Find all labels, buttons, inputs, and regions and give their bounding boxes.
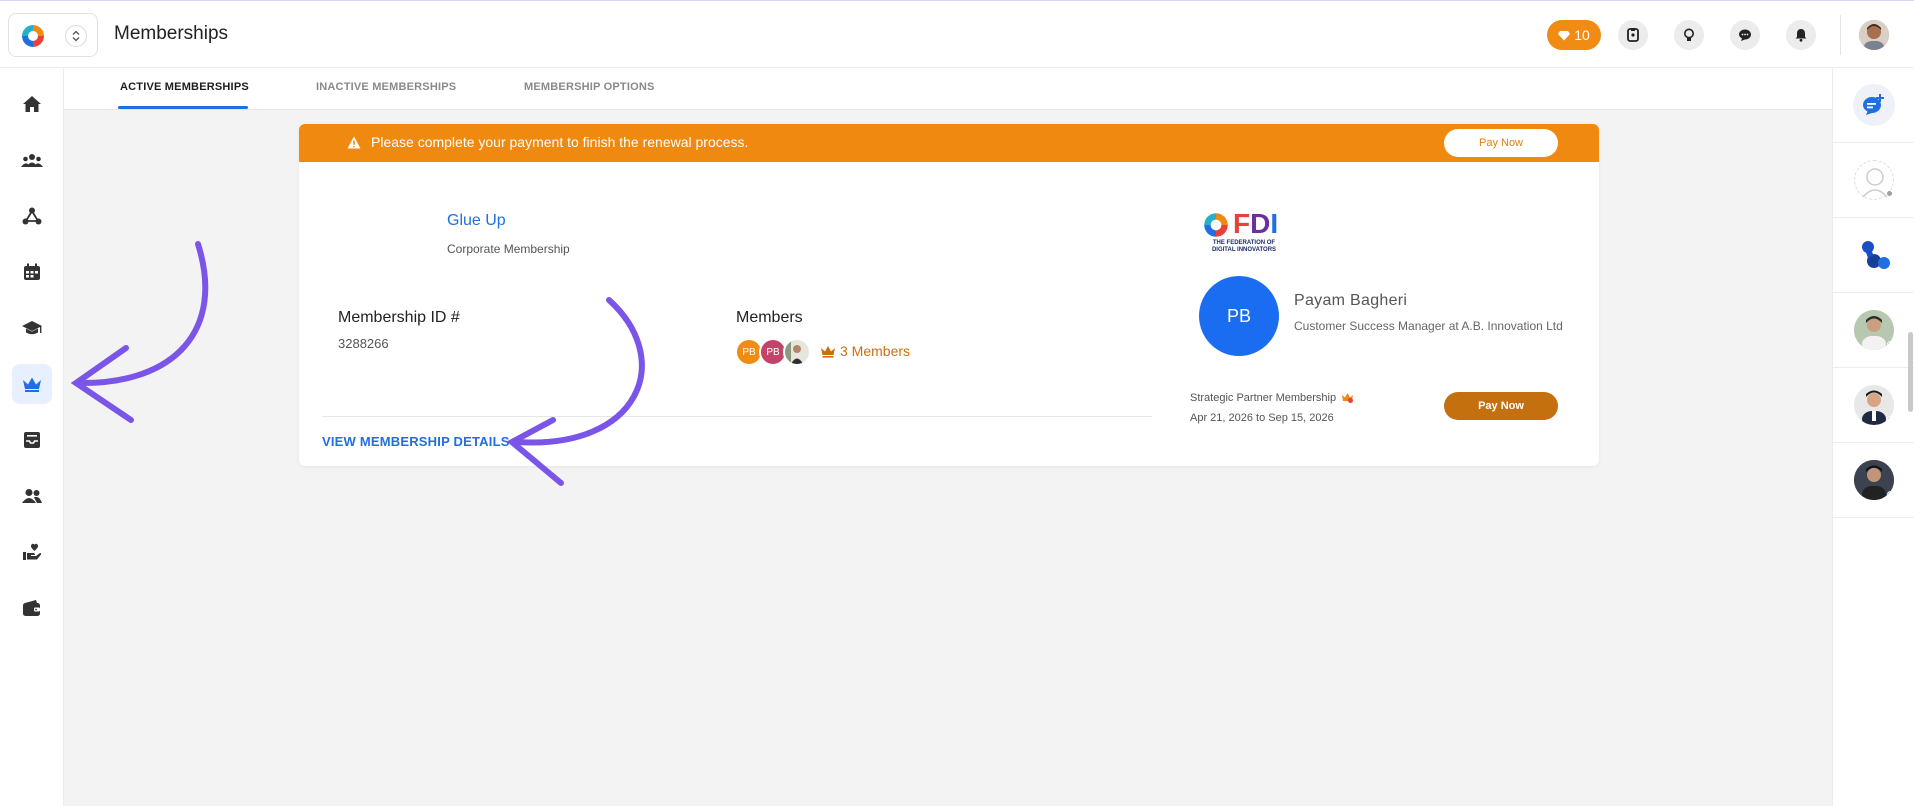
nav-volunteer[interactable] [12,532,52,572]
lightbulb-icon [1683,28,1695,42]
member-avatar-photo[interactable] [783,338,811,366]
partner-plan-name: Strategic Partner Membership [1190,392,1337,404]
tab-inactive-memberships[interactable]: INACTIVE MEMBERSHIPS [316,81,456,93]
nav-inbox[interactable] [12,420,52,460]
warning-icon [347,136,361,149]
nav-events[interactable] [12,252,52,292]
app-switcher[interactable] [8,13,98,57]
diamond-icon [1558,30,1571,41]
notifications-button[interactable] [1786,20,1816,50]
view-membership-details-link[interactable]: VIEW MEMBERSHIP DETAILS [322,434,510,449]
nav-memberships[interactable] [12,364,52,404]
organization-name-link[interactable]: Glue Up [447,212,506,230]
status-dot [1886,190,1893,197]
left-sidebar [0,68,64,806]
active-tab-indicator [118,106,248,109]
chat-icon [1738,28,1752,42]
volunteer-icon [22,543,42,561]
tab-active-memberships[interactable]: ACTIVE MEMBERSHIPS [120,81,249,93]
status-dot [1887,491,1894,498]
wallet-icon [22,599,42,617]
membership-type: Corporate Membership [447,242,570,256]
contact-avatar[interactable]: PB [1199,276,1279,356]
membership-card: Please complete your payment to finish t… [299,124,1599,466]
people-icon [21,488,43,504]
new-chat-cell [1833,68,1914,143]
contact-avatar [1854,160,1894,200]
chat-plus-icon [1861,93,1887,117]
rail-contact-4[interactable] [1833,368,1914,443]
right-rail [1832,68,1914,806]
renewal-banner: Please complete your payment to finish t… [299,124,1599,162]
partner-logo: FDI THE FEDERATION OF DIGITAL INNOVATORS [1201,208,1281,254]
bell-icon [1795,28,1807,42]
card-divider [322,416,1152,417]
passport-button[interactable] [1618,20,1648,50]
membership-tabs: ACTIVE MEMBERSHIPS INACTIVE MEMBERSHIPS … [64,68,1832,110]
contact-avatar [1854,235,1894,275]
nav-home[interactable] [12,84,52,124]
app-logo-icon [19,22,47,50]
contact-avatar [1854,385,1894,425]
network-icon [22,207,42,225]
members-count-link[interactable]: 3 Members [820,343,910,359]
chevron-updown-icon[interactable] [65,25,87,47]
contact-name[interactable]: Payam Bagheri [1294,292,1407,310]
partner-plan-dates: Apr 21, 2026 to Sep 15, 2026 [1190,412,1334,424]
contact-avatar [1854,460,1894,500]
fdi-logo-subtitle: THE FEDERATION OF DIGITAL INNOVATORS [1211,240,1277,253]
arrow-to-memberships-nav [70,241,209,423]
community-icon [21,152,43,168]
nav-people[interactable] [12,476,52,516]
badge-card-icon [1627,28,1639,42]
top-bar: Memberships 10 [0,0,1914,68]
rail-contact-2[interactable] [1833,218,1914,293]
nav-community[interactable] [12,140,52,180]
membership-id-label: Membership ID # [338,309,460,326]
nav-learning[interactable] [12,308,52,348]
partner-pay-now-button[interactable]: Pay Now [1444,392,1558,420]
inbox-icon [23,431,41,449]
user-avatar[interactable] [1859,20,1889,50]
graduation-cap-icon [21,320,43,336]
contact-role: Customer Success Manager at A.B. Innovat… [1294,319,1563,333]
rail-contact-1[interactable] [1833,143,1914,218]
fdi-logo-text: FDI [1233,208,1279,239]
points-count: 10 [1574,27,1590,43]
rail-contact-3[interactable] [1833,293,1914,368]
home-icon [22,95,42,113]
tab-membership-options[interactable]: MEMBERSHIP OPTIONS [524,81,655,93]
contact-avatar [1854,310,1894,350]
nav-wallet[interactable] [12,588,52,628]
crown-heart-icon [1341,392,1354,404]
header-divider [1840,15,1841,55]
ideas-button[interactable] [1674,20,1704,50]
banner-message: Please complete your payment to finish t… [371,134,749,150]
banner-pay-now-button[interactable]: Pay Now [1444,129,1558,157]
scrollbar-thumb[interactable] [1908,332,1913,412]
page-title: Memberships [114,23,229,44]
nav-network[interactable] [12,196,52,236]
crown-icon [820,345,836,358]
status-dot [1887,416,1894,423]
partner-plan: Strategic Partner Membership [1190,392,1354,404]
status-dot [1887,341,1894,348]
members-count-text: 3 Members [840,343,911,359]
calendar-icon [23,263,41,281]
messages-button[interactable] [1730,20,1760,50]
new-chat-button[interactable] [1853,84,1895,126]
points-badge[interactable]: 10 [1547,20,1601,50]
members-label: Members [736,309,803,326]
crown-icon [21,376,43,392]
rail-contact-5[interactable] [1833,443,1914,518]
fdi-logo-icon [1204,213,1228,237]
membership-id-value: 3288266 [338,336,389,351]
